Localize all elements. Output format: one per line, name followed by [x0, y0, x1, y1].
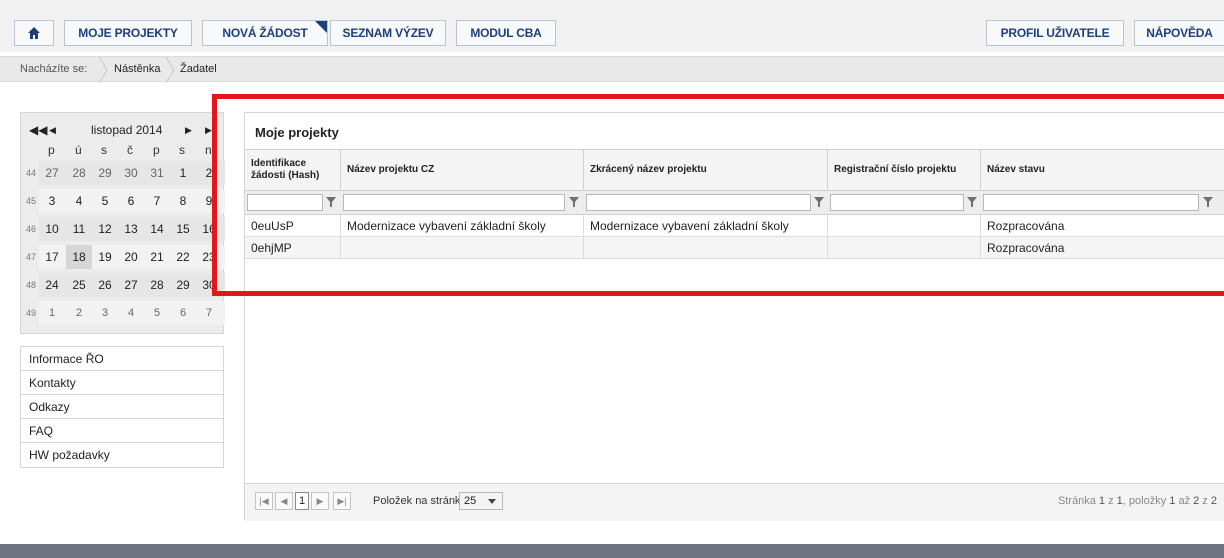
calendar-day[interactable]: 28 [66, 161, 92, 185]
calendar-weekday: s [179, 143, 185, 157]
calendar-week-number: 46 [25, 224, 36, 234]
calendar-month[interactable]: listopad 2014 [91, 123, 162, 137]
calendar-day[interactable]: 27 [118, 273, 144, 297]
calendar-day[interactable]: 27 [39, 161, 65, 185]
breadcrumb-item-zadatel[interactable]: Žadatel [180, 63, 217, 75]
calendar-week-number: 49 [25, 308, 36, 318]
calendar-day[interactable]: 19 [92, 245, 118, 269]
calendar-day[interactable]: 29 [170, 273, 196, 297]
calendar-day[interactable]: 11 [66, 217, 92, 241]
annotation-highlight-box [212, 94, 1224, 296]
home-button[interactable] [14, 20, 54, 46]
calendar-week-number: 45 [25, 196, 36, 206]
breadcrumb-separator-icon [98, 57, 108, 83]
calendar-day[interactable]: 30 [118, 161, 144, 185]
calendar-day[interactable]: 2 [66, 301, 92, 325]
pager: |◀ ◀ 1 ▶ ▶| Položek na stránku 25 Stránk… [245, 483, 1224, 521]
calendar-day[interactable]: 3 [92, 301, 118, 325]
calendar-week-number: 48 [25, 280, 36, 290]
first-page-button[interactable]: |◀ [255, 492, 273, 510]
calendar-weekday: p [153, 143, 160, 157]
nav-moje-projekty[interactable]: MOJE PROJEKTY [64, 20, 192, 46]
calendar-week-number: 44 [25, 168, 36, 178]
calendar: ◀◀ ◀ listopad 2014 ▶ ▶ p ú s č p s n 44 27 28 29 30… [20, 112, 225, 334]
prev-month-icon[interactable]: ◀ [49, 125, 56, 136]
nav-nova-zadost[interactable]: NOVÁ ŽÁDOST [202, 20, 328, 46]
per-page-value: 25 [464, 495, 477, 507]
calendar-day[interactable]: 28 [144, 273, 170, 297]
breadcrumb: Nacházíte se: Nástěnka Žadatel [0, 56, 1224, 83]
calendar-day[interactable]: 24 [39, 273, 65, 297]
calendar-day[interactable]: 4 [118, 301, 144, 325]
calendar-day[interactable]: 1 [39, 301, 65, 325]
calendar-weekday: ú [75, 143, 82, 157]
calendar-day[interactable]: 17 [39, 245, 65, 269]
calendar-day[interactable]: 5 [144, 301, 170, 325]
calendar-day[interactable]: 8 [170, 189, 196, 213]
last-page-button[interactable]: ▶| [333, 492, 351, 510]
pager-info-prefix: Stránka [1057, 495, 1099, 507]
pager-info: Stránka 1 z 1, položky 1 až 2 z 2 [1058, 495, 1217, 507]
pager-info-sep: , položky [1122, 495, 1170, 507]
sidemenu-informace-ro[interactable]: Informace ŘO [21, 347, 223, 371]
sidemenu-kontakty[interactable]: Kontakty [21, 371, 223, 395]
last-page-icon[interactable]: ▶ [205, 125, 212, 136]
first-page-icon[interactable]: ◀◀ [29, 123, 47, 137]
calendar-day[interactable]: 7 [144, 189, 170, 213]
calendar-day[interactable]: 3 [39, 189, 65, 213]
breadcrumb-item-nastenka[interactable]: Nástěnka [114, 63, 160, 75]
calendar-day[interactable]: 26 [92, 273, 118, 297]
nav-nova-zadost-label: NOVÁ ŽÁDOST [222, 26, 308, 40]
calendar-weekday: s [101, 143, 107, 157]
calendar-day[interactable]: 12 [92, 217, 118, 241]
sidemenu-faq[interactable]: FAQ [21, 419, 223, 443]
nav-napoveda[interactable]: NÁPOVĚDA [1134, 20, 1224, 46]
pager-info-sep: z [1105, 495, 1117, 507]
calendar-header: ◀◀ ◀ listopad 2014 ▶ ▶ [21, 121, 225, 143]
pager-info-count: 2 [1210, 495, 1217, 507]
calendar-day[interactable]: 10 [39, 217, 65, 241]
pager-info-sep: až [1175, 495, 1194, 507]
calendar-day[interactable]: 6 [170, 301, 196, 325]
side-menu: Informace ŘO Kontakty Odkazy FAQ HW poža… [20, 346, 224, 468]
calendar-day[interactable]: 13 [118, 217, 144, 241]
calendar-day[interactable]: 4 [66, 189, 92, 213]
sidemenu-odkazy[interactable]: Odkazy [21, 395, 223, 419]
calendar-weekday: n [205, 143, 212, 157]
calendar-day[interactable]: 5 [92, 189, 118, 213]
per-page-select[interactable]: 25 [459, 492, 503, 510]
top-navigation: MOJE PROJEKTY NOVÁ ŽÁDOST SEZNAM VÝZEV M… [0, 0, 1224, 52]
home-icon [28, 27, 40, 39]
corner-marker-icon [315, 21, 327, 33]
current-page[interactable]: 1 [295, 492, 309, 510]
per-page-label: Položek na stránku [373, 495, 467, 507]
calendar-day[interactable]: 7 [196, 301, 222, 325]
prev-page-button[interactable]: ◀ [275, 492, 293, 510]
calendar-day[interactable]: 31 [144, 161, 170, 185]
calendar-day[interactable]: 25 [66, 273, 92, 297]
chevron-down-icon [488, 499, 496, 504]
sidemenu-hw-pozadavky[interactable]: HW požadavky [21, 443, 223, 467]
calendar-day[interactable]: 22 [170, 245, 196, 269]
calendar-day[interactable]: 21 [144, 245, 170, 269]
calendar-day[interactable]: 1 [170, 161, 196, 185]
calendar-weekday: p [48, 143, 55, 157]
calendar-day[interactable]: 29 [92, 161, 118, 185]
nav-modul-cba[interactable]: MODUL CBA [456, 20, 556, 46]
calendar-day[interactable]: 20 [118, 245, 144, 269]
calendar-day[interactable]: 15 [170, 217, 196, 241]
breadcrumb-separator-icon [165, 57, 175, 83]
next-page-button[interactable]: ▶ [311, 492, 329, 510]
calendar-day[interactable]: 6 [118, 189, 144, 213]
calendar-weekday: č [127, 143, 133, 157]
nav-profil-uzivatele[interactable]: PROFIL UŽIVATELE [986, 20, 1124, 46]
footer-bar [0, 544, 1224, 558]
calendar-day[interactable]: 14 [144, 217, 170, 241]
next-month-icon[interactable]: ▶ [185, 125, 192, 136]
nav-seznam-vyzev[interactable]: SEZNAM VÝZEV [330, 20, 446, 46]
pager-info-sep: z [1199, 495, 1211, 507]
calendar-week-number: 47 [25, 252, 36, 262]
breadcrumb-label: Nacházíte se: [20, 63, 88, 75]
calendar-day[interactable]: 18 [66, 245, 92, 269]
